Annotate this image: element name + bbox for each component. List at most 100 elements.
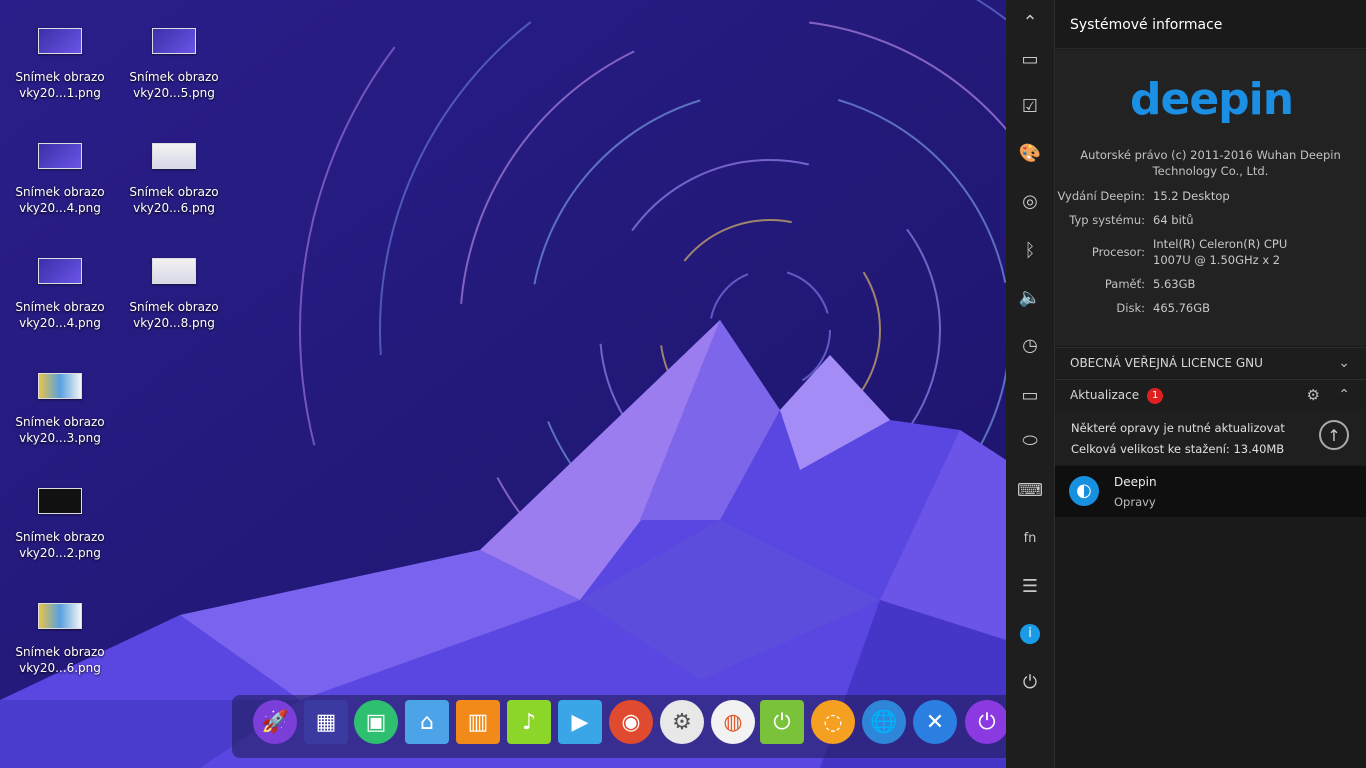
- info-active-indicator: i: [1020, 624, 1040, 644]
- file-name-line2: vky20...1.png: [19, 86, 101, 100]
- video-icon[interactable]: ▶: [558, 700, 602, 744]
- info-value: Intel(R) Celeron(R) CPU 1007U @ 1.50GHz …: [1153, 237, 1288, 267]
- file-manager-icon[interactable]: ⌂: [405, 700, 449, 744]
- image-thumbnail-icon: [152, 258, 196, 284]
- multitasking-icon[interactable]: ▦: [304, 700, 348, 744]
- sound-icon[interactable]: 🔈: [1018, 285, 1042, 309]
- power-manager-icon[interactable]: ⏻: [760, 700, 804, 744]
- deepin-logo: deepin: [1130, 74, 1294, 125]
- info-value: 64 bitů: [1153, 213, 1194, 227]
- default-apps-icon[interactable]: ☑: [1018, 94, 1042, 118]
- update-item-name: Deepin: [1114, 475, 1157, 489]
- update-summary: Některé opravy je nutné aktualizovat Cel…: [1055, 410, 1366, 465]
- update-item-desc: Opravy: [1114, 495, 1156, 509]
- desktop-file-icon[interactable]: Snímek obrazo vky20...6.png: [5, 603, 115, 676]
- file-name-line2: vky20...4.png: [19, 316, 101, 330]
- desktop-file-icon[interactable]: Snímek obrazo vky20...4.png: [5, 143, 115, 216]
- settings-icon[interactable]: ⚙: [660, 700, 704, 744]
- updates-section[interactable]: Aktualizace 1 ⚙ ⌃: [1055, 379, 1366, 410]
- time-icon[interactable]: ◷: [1018, 333, 1042, 357]
- chrome-icon[interactable]: ◉: [609, 700, 653, 744]
- desktop-file-icon[interactable]: Snímek obrazo vky20...4.png: [5, 258, 115, 331]
- info-value: 5.63GB: [1153, 277, 1196, 291]
- file-name-line1: Snímek obrazo: [129, 300, 219, 314]
- file-name-line1: Snímek obrazo: [15, 70, 105, 84]
- music-icon[interactable]: ♪: [507, 700, 551, 744]
- image-thumbnail-icon: [38, 28, 82, 54]
- file-name-line2: vky20...4.png: [19, 201, 101, 215]
- image-thumbnail-icon: [38, 488, 82, 514]
- update-item[interactable]: ◐ Deepin Opravy: [1055, 466, 1366, 517]
- image-thumbnail-icon: [152, 143, 196, 169]
- info-icon[interactable]: i: [1018, 622, 1042, 646]
- store-icon[interactable]: ▣: [354, 700, 398, 744]
- desktop-file-icon[interactable]: Snímek obrazo vky20...2.png: [5, 488, 115, 561]
- image-thumbnail-icon: [152, 28, 196, 54]
- updates-label: Aktualizace: [1070, 388, 1140, 402]
- fn-key-icon[interactable]: fn: [1018, 526, 1042, 550]
- gear-icon[interactable]: ⚙: [1307, 380, 1320, 411]
- image-thumbnail-icon: [38, 258, 82, 284]
- image-thumbnail-icon: [38, 603, 82, 629]
- update-settings-icon[interactable]: ☰: [1018, 574, 1042, 598]
- launcher-icon[interactable]: 🚀: [253, 700, 297, 744]
- chevron-up-icon[interactable]: ⌃: [1018, 10, 1042, 34]
- file-name-line1: Snímek obrazo: [15, 415, 105, 429]
- desktop-wallpaper: [0, 0, 1006, 768]
- update-icon[interactable]: ◌: [811, 700, 855, 744]
- update-size: Celková velikost ke stažení: 13.40MB: [1071, 442, 1285, 456]
- control-center-sidebar: ⌃ ▭ ☑ 🎨 ◎ ᛒ 🔈 ◷ ▭ ⬭ ⌨ fn ☰ i ⏻: [1006, 0, 1055, 768]
- info-value: 465.76GB: [1153, 301, 1211, 315]
- network-icon[interactable]: ◎: [1018, 189, 1042, 213]
- file-name-line2: vky20...6.png: [19, 661, 101, 675]
- keyboard-icon[interactable]: ⌨: [1017, 478, 1043, 502]
- system-info-box: deepin Autorské právo (c) 2011-2016 Wuha…: [1055, 50, 1366, 346]
- file-name-line1: Snímek obrazo: [129, 70, 219, 84]
- system-info-panel: Systémové informace deepin Autorské práv…: [1055, 0, 1366, 768]
- display-icon[interactable]: ▭: [1018, 47, 1042, 71]
- info-value: 15.2 Desktop: [1153, 189, 1230, 203]
- desktop-file-icon[interactable]: Snímek obrazo vky20...5.png: [119, 28, 229, 101]
- file-name-line1: Snímek obrazo: [129, 185, 219, 199]
- file-name-line2: vky20...3.png: [19, 431, 101, 445]
- app-store-icon[interactable]: ▥: [456, 700, 500, 744]
- image-thumbnail-icon: [38, 143, 82, 169]
- deepin-logo-icon: ◐: [1069, 476, 1099, 506]
- file-name-line2: vky20...5.png: [133, 86, 215, 100]
- panel-title: Systémové informace: [1055, 0, 1366, 49]
- updates-badge: 1: [1147, 387, 1164, 404]
- chevron-down-icon[interactable]: ⌄: [1338, 348, 1350, 379]
- file-name-line1: Snímek obrazo: [15, 300, 105, 314]
- chevron-up-icon[interactable]: ⌃: [1338, 380, 1350, 411]
- screenshot-icon[interactable]: ◍: [711, 700, 755, 744]
- info-key: Paměť:: [1104, 277, 1145, 291]
- update-message: Některé opravy je nutné aktualizovat: [1071, 421, 1285, 435]
- shutdown-icon[interactable]: ⏻: [965, 700, 1009, 744]
- image-thumbnail-icon: [38, 373, 82, 399]
- arrow-up-icon: ↑: [1327, 425, 1341, 445]
- file-name-line1: Snímek obrazo: [15, 185, 105, 199]
- update-button[interactable]: ↑: [1319, 420, 1349, 450]
- copyright-text: Autorské právo (c) 2011-2016 Wuhan Deepi…: [1080, 148, 1341, 178]
- desktop-file-icon[interactable]: Snímek obrazo vky20...6.png: [119, 143, 229, 216]
- file-name-line1: Snímek obrazo: [15, 645, 105, 659]
- desktop-file-icon[interactable]: Snímek obrazo vky20...8.png: [119, 258, 229, 331]
- info-key: Vydání Deepin:: [1057, 189, 1145, 203]
- shutdown-icon[interactable]: ⏻: [1018, 670, 1042, 694]
- power-icon[interactable]: ▭: [1018, 383, 1042, 407]
- desktop-file-icon[interactable]: Snímek obrazo vky20...1.png: [5, 28, 115, 101]
- bluetooth-icon[interactable]: ᛒ: [1018, 238, 1042, 262]
- license-label: OBECNÁ VEŘEJNÁ LICENCE GNU: [1070, 356, 1263, 370]
- info-key: Procesor:: [1091, 245, 1145, 259]
- network-icon[interactable]: ✕: [913, 700, 957, 744]
- personalization-icon[interactable]: 🎨: [1018, 141, 1042, 165]
- file-name-line2: vky20...8.png: [133, 316, 215, 330]
- browser-icon[interactable]: 🌐: [862, 700, 906, 744]
- mouse-icon[interactable]: ⬭: [1018, 428, 1042, 452]
- file-name-line2: vky20...2.png: [19, 546, 101, 560]
- info-key: Disk:: [1116, 301, 1145, 315]
- file-name-line1: Snímek obrazo: [15, 530, 105, 544]
- desktop-file-icon[interactable]: Snímek obrazo vky20...3.png: [5, 373, 115, 446]
- info-key: Typ systému:: [1069, 213, 1145, 227]
- license-section[interactable]: OBECNÁ VEŘEJNÁ LICENCE GNU ⌄: [1055, 347, 1366, 378]
